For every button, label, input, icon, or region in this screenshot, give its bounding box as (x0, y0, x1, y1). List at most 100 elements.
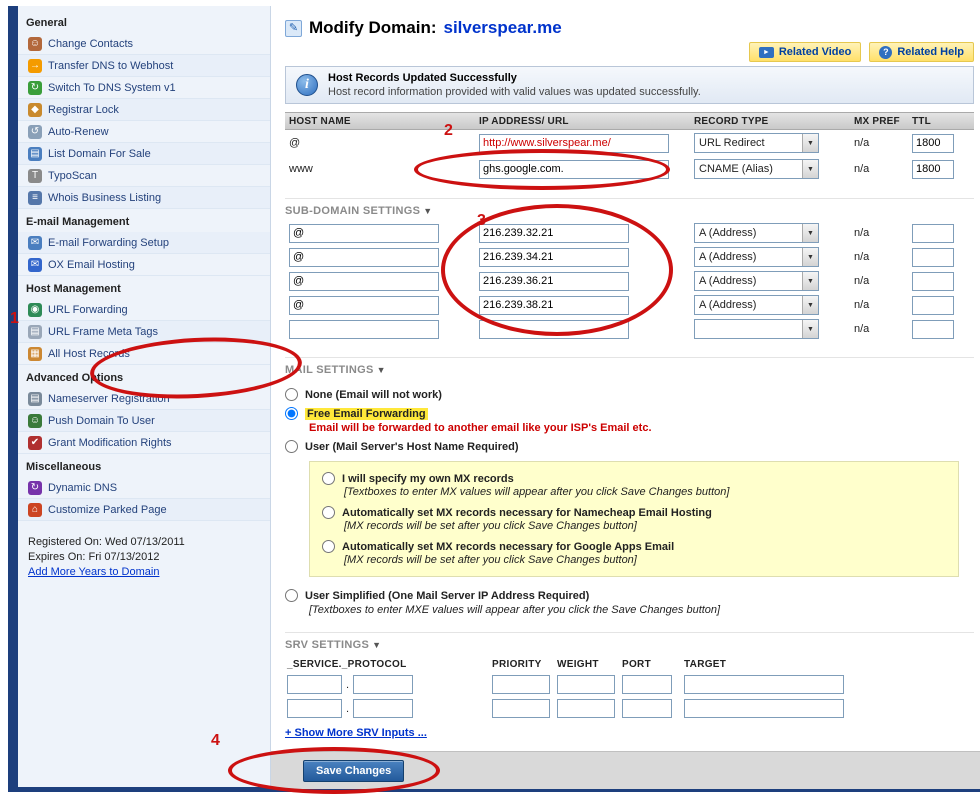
collapse-arrow-icon: ▼ (423, 206, 433, 216)
mx-option-namecheap[interactable]: Automatically set MX records necessary f… (322, 506, 946, 519)
srv-target-input[interactable] (684, 699, 844, 718)
auto-renew-icon: ↺ (28, 124, 42, 139)
sidebar-item-grant-rights[interactable]: ✔ Grant Modification Rights (18, 432, 270, 454)
expires-on-text: Expires On: Fri 07/13/2012 (28, 551, 160, 563)
related-help-button[interactable]: ? Related Help (869, 42, 974, 62)
subdomain-host-input[interactable] (289, 271, 439, 291)
subdomain-host-input[interactable] (289, 319, 439, 339)
sidebar-item-whois-listing[interactable]: ≡ Whois Business Listing (18, 187, 270, 209)
sidebar-item-url-frame[interactable]: ▤ URL Frame Meta Tags (18, 321, 270, 343)
subdomain-settings-title[interactable]: SUB-DOMAIN SETTINGS ▼ (285, 198, 974, 217)
record-type-value: A (Address) (699, 251, 757, 263)
sidebar-item-change-contacts[interactable]: ☺ Change Contacts (18, 33, 270, 55)
sidebar-item-transfer-dns[interactable]: → Transfer DNS to Webhost (18, 55, 270, 77)
select-arrow-icon: ▼ (802, 134, 818, 152)
subdomain-ip-input[interactable] (479, 223, 629, 243)
record-type-select[interactable]: A (Address) ▼ (694, 295, 819, 315)
ttl-input[interactable] (912, 271, 954, 291)
grant-rights-icon: ✔ (28, 435, 42, 450)
sidebar-item-switch-dns[interactable]: ↻ Switch To DNS System v1 (18, 77, 270, 99)
subdomain-ip-input[interactable] (479, 319, 629, 339)
srv-service-input[interactable] (287, 675, 342, 694)
srv-settings-title[interactable]: SRV SETTINGS ▼ (285, 632, 974, 651)
ttl-input[interactable] (912, 223, 954, 243)
srv-target-input[interactable] (684, 675, 844, 694)
sidebar-item-label: Nameserver Registration (48, 392, 170, 405)
mail-option-none[interactable]: None (Email will not work) (285, 388, 974, 401)
domain-dates: Registered On: Wed 07/13/2011 Expires On… (18, 521, 270, 580)
sidebar-item-label: URL Forwarding (48, 303, 128, 316)
srv-service-input[interactable] (287, 699, 342, 718)
subdomain-host-input[interactable] (289, 247, 439, 267)
record-type-select[interactable]: URL Redirect ▼ (694, 133, 819, 153)
mail-settings-title[interactable]: MAIL SETTINGS ▼ (285, 357, 974, 376)
ip-url-input[interactable] (479, 159, 669, 179)
record-type-select[interactable]: A (Address) ▼ (694, 271, 819, 291)
footer-bar: Save Changes (271, 751, 980, 789)
mx-google-radio[interactable] (322, 540, 335, 553)
srv-port-input[interactable] (622, 699, 672, 718)
mail-forwarding-radio[interactable] (285, 407, 298, 420)
sidebar-item-registrar-lock[interactable]: ◆ Registrar Lock (18, 99, 270, 121)
record-type-select[interactable]: A (Address) ▼ (694, 247, 819, 267)
add-more-years-link[interactable]: Add More Years to Domain (28, 566, 159, 578)
mail-user-radio[interactable] (285, 440, 298, 453)
sidebar-item-label: List Domain For Sale (48, 147, 151, 160)
ttl-input[interactable] (912, 319, 954, 339)
mx-own-radio[interactable] (322, 472, 335, 485)
srv-protocol-input[interactable] (353, 675, 414, 694)
srv-weight-input[interactable] (557, 699, 615, 718)
mail-simplified-radio[interactable] (285, 589, 298, 602)
mail-option-simplified[interactable]: User Simplified (One Mail Server IP Addr… (285, 589, 974, 602)
sidebar-item-all-host-records[interactable]: ▦ All Host Records (18, 343, 270, 365)
switch-dns-icon: ↻ (28, 80, 42, 95)
ip-url-input[interactable] (479, 133, 669, 153)
sidebar-item-email-forwarding[interactable]: ✉ E-mail Forwarding Setup (18, 232, 270, 254)
related-video-button[interactable]: ► Related Video (748, 42, 862, 62)
record-type-select[interactable]: A (Address) ▼ (694, 223, 819, 243)
mx-namecheap-radio[interactable] (322, 506, 335, 519)
subdomain-ip-input[interactable] (479, 247, 629, 267)
ttl-input[interactable] (912, 159, 954, 179)
sidebar-item-dynamic-dns[interactable]: ↻ Dynamic DNS (18, 477, 270, 499)
srv-priority-input[interactable] (492, 675, 550, 694)
sidebar-item-label: E-mail Forwarding Setup (48, 236, 170, 249)
srv-port-input[interactable] (622, 675, 672, 694)
sidebar: General ☺ Change Contacts → Transfer DNS t… (18, 6, 271, 787)
mx-option-own[interactable]: I will specify my own MX records (322, 472, 946, 485)
mx-google-note: [MX records will be set after you click … (344, 554, 637, 566)
list-domain-icon: ▤ (28, 146, 42, 161)
video-camera-icon: ► (758, 46, 774, 58)
mail-none-radio[interactable] (285, 388, 298, 401)
mx-option-google[interactable]: Automatically set MX records necessary f… (322, 540, 946, 553)
host-record-row: www CNAME (Alias) ▼ n/a (285, 156, 974, 182)
subdomain-host-input[interactable] (289, 295, 439, 315)
sidebar-item-list-domain[interactable]: ▤ List Domain For Sale (18, 143, 270, 165)
host-record-row: @ URL Redirect ▼ n/a (285, 130, 974, 156)
mail-option-user[interactable]: User (Mail Server's Host Name Required) (285, 440, 974, 453)
sidebar-item-parked-page[interactable]: ⌂ Customize Parked Page (18, 499, 270, 521)
sidebar-item-typoscan[interactable]: T TypoScan (18, 165, 270, 187)
sidebar-item-label: URL Frame Meta Tags (48, 325, 159, 338)
sidebar-item-push-domain[interactable]: ☺ Push Domain To User (18, 410, 270, 432)
ttl-input[interactable] (912, 295, 954, 315)
mx-pref-text: n/a (854, 227, 870, 239)
subdomain-ip-input[interactable] (479, 295, 629, 315)
srv-protocol-input[interactable] (353, 699, 414, 718)
show-more-srv-link[interactable]: + Show More SRV Inputs ... (285, 727, 427, 739)
record-type-select[interactable]: ▼ (694, 319, 819, 339)
sidebar-item-ox-email[interactable]: ✉ OX Email Hosting (18, 254, 270, 276)
subdomain-host-input[interactable] (289, 223, 439, 243)
srv-weight-input[interactable] (557, 675, 615, 694)
ttl-input[interactable] (912, 133, 954, 153)
mail-option-forwarding[interactable]: Free Email Forwarding (285, 407, 974, 420)
record-type-select[interactable]: CNAME (Alias) ▼ (694, 159, 819, 179)
save-changes-button[interactable]: Save Changes (303, 759, 405, 782)
ttl-input[interactable] (912, 247, 954, 267)
srv-priority-input[interactable] (492, 699, 550, 718)
sidebar-item-auto-renew[interactable]: ↺ Auto-Renew (18, 121, 270, 143)
subdomain-ip-input[interactable] (479, 271, 629, 291)
sidebar-item-nameserver-registration[interactable]: ▤ Nameserver Registration (18, 388, 270, 410)
main-content: ✎ Modify Domain: silverspear.me ► Related… (271, 6, 980, 789)
sidebar-item-url-forwarding[interactable]: ◉ URL Forwarding (18, 299, 270, 321)
